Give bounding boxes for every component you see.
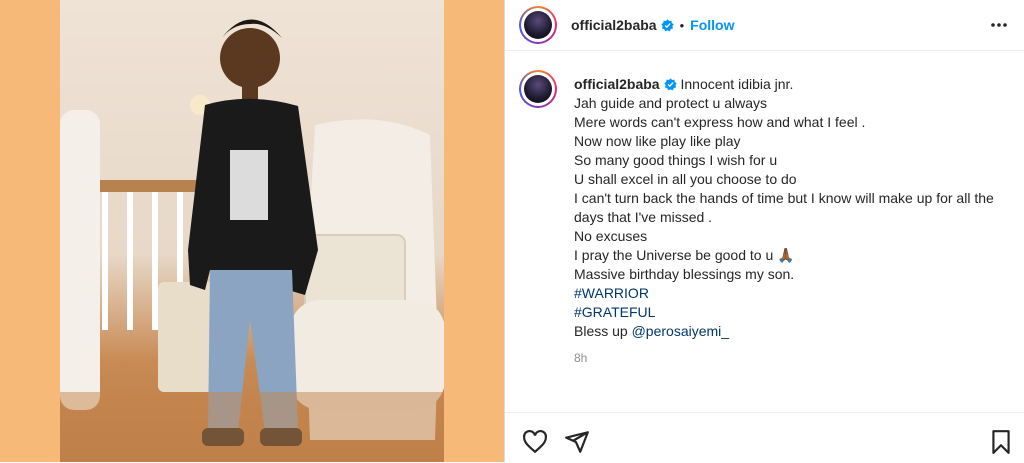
mention-link[interactable]: @perosaiyemi_ (632, 323, 729, 339)
caption-line: U shall excel in all you choose to do (574, 171, 797, 187)
caption-line: Innocent idibia jnr. (680, 76, 794, 92)
follow-button[interactable]: Follow (690, 17, 734, 33)
post-photo[interactable] (60, 0, 444, 462)
caption-line: Now now like play like play (574, 133, 741, 149)
bookmark-icon[interactable] (988, 429, 1014, 455)
separator-dot: • (679, 18, 685, 33)
caption-line: Massive birthday blessings my son. (574, 266, 795, 282)
hashtag-link[interactable]: #GRATEFUL (574, 304, 655, 320)
caption-author-avatar[interactable] (519, 70, 557, 108)
caption-line: Mere words can't express how and what I … (574, 114, 866, 130)
header-meta: official2baba • Follow (571, 17, 734, 35)
post-side-panel: official2baba • Follow official2baba Innoc… (505, 0, 1024, 462)
photo-illustration (60, 19, 444, 462)
more-options-icon[interactable] (990, 16, 1008, 34)
caption-line: So many good things I wish for u (574, 152, 778, 168)
verified-badge-icon (663, 78, 677, 91)
caption-line: I pray the Universe be good to u 🙏🏾 (574, 247, 795, 263)
author-avatar[interactable] (519, 6, 557, 44)
post-header: official2baba • Follow (505, 0, 1024, 51)
post-caption: official2baba Innocent idibia jnr. Jah g… (574, 75, 1014, 368)
hashtag-link[interactable]: #WARRIOR (574, 285, 649, 301)
post-media-area (0, 0, 504, 462)
caption-line: Jah guide and protect u always (574, 95, 768, 111)
caption-username[interactable]: official2baba (574, 76, 660, 92)
caption-line: I can't turn back the hands of time but … (574, 190, 994, 225)
bless-text: Bless up (574, 323, 632, 339)
heart-icon[interactable] (522, 429, 548, 455)
verified-badge-icon (660, 19, 674, 32)
post-actions-bar (505, 412, 1024, 463)
share-icon[interactable] (564, 429, 590, 455)
author-username[interactable]: official2baba (571, 17, 657, 33)
caption-line: No excuses (574, 228, 648, 244)
post-timestamp[interactable]: 8h (574, 349, 1014, 368)
